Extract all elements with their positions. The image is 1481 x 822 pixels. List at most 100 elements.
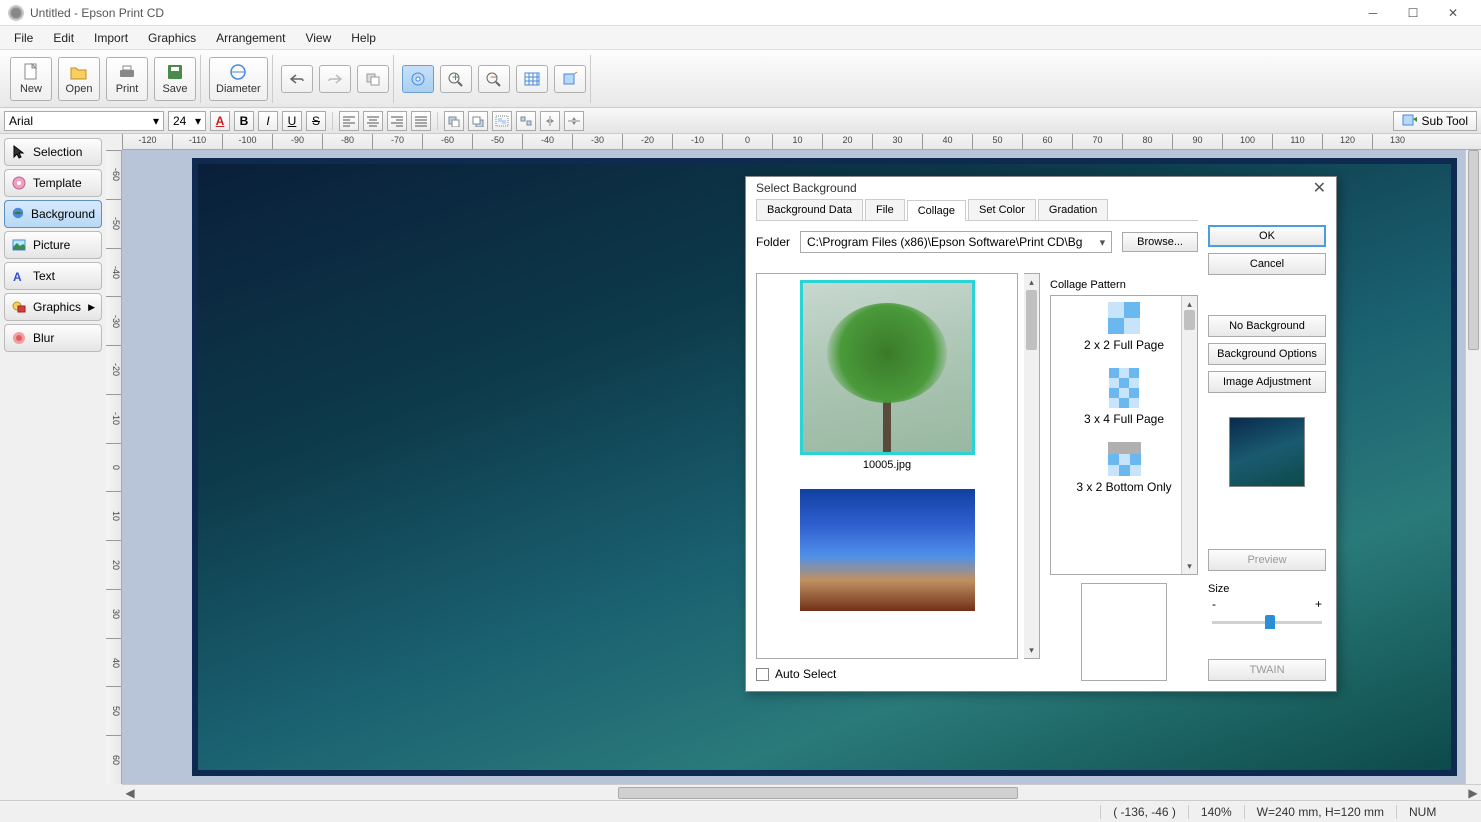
align-center-button[interactable] bbox=[363, 111, 383, 131]
auto-select-label: Auto Select bbox=[775, 667, 836, 681]
collage-pattern-list[interactable]: 2 x 2 Full Page 3 x 4 Full Page 3 x 2 B bbox=[1050, 295, 1198, 575]
vertical-scrollbar[interactable] bbox=[1465, 150, 1481, 784]
twain-button[interactable]: TWAIN bbox=[1208, 659, 1326, 681]
preview-button[interactable]: Preview bbox=[1208, 549, 1326, 571]
text-toolbar: Arial▾ 24▾ A B I U S Sub Tool bbox=[0, 108, 1481, 134]
diameter-button[interactable]: Diameter bbox=[209, 57, 268, 101]
zoom-out-button[interactable]: − bbox=[478, 65, 510, 93]
font-color-button[interactable]: A bbox=[210, 111, 230, 131]
open-button[interactable]: Open bbox=[58, 57, 100, 101]
guides-button[interactable] bbox=[554, 65, 586, 93]
app-icon bbox=[8, 5, 24, 21]
size-slider[interactable] bbox=[1212, 613, 1322, 633]
disc-view-button[interactable] bbox=[402, 65, 434, 93]
tab-background-data[interactable]: Background Data bbox=[756, 199, 863, 220]
close-button[interactable]: ✕ bbox=[1433, 1, 1473, 25]
pattern-scrollbar[interactable]: ▴ ▾ bbox=[1181, 296, 1197, 574]
font-combo[interactable]: Arial▾ bbox=[4, 111, 164, 131]
horizontal-scrollbar[interactable] bbox=[138, 785, 1465, 800]
menu-file[interactable]: File bbox=[4, 28, 43, 48]
font-size-combo[interactable]: 24▾ bbox=[168, 111, 206, 131]
menu-bar: File Edit Import Graphics Arrangement Vi… bbox=[0, 26, 1481, 50]
status-zoom: 140% bbox=[1188, 805, 1244, 819]
menu-import[interactable]: Import bbox=[84, 28, 138, 48]
thumbnail-scrollbar[interactable]: ▴ ▾ bbox=[1024, 273, 1040, 659]
group-button[interactable] bbox=[492, 111, 512, 131]
thumbnail-item[interactable] bbox=[800, 489, 975, 611]
print-button[interactable]: Print bbox=[106, 57, 148, 101]
menu-help[interactable]: Help bbox=[341, 28, 386, 48]
svg-text:A: A bbox=[13, 270, 22, 284]
bold-button[interactable]: B bbox=[234, 111, 254, 131]
svg-text:+: + bbox=[452, 71, 459, 84]
italic-button[interactable]: I bbox=[258, 111, 278, 131]
align-right-button[interactable] bbox=[387, 111, 407, 131]
image-adjustment-button[interactable]: Image Adjustment bbox=[1208, 371, 1326, 393]
ungroup-button[interactable] bbox=[516, 111, 536, 131]
dialog-close-button[interactable]: ✕ bbox=[1313, 178, 1326, 198]
grid-button[interactable] bbox=[516, 65, 548, 93]
folder-label: Folder bbox=[756, 235, 790, 249]
tab-file[interactable]: File bbox=[865, 199, 905, 220]
thumbnail-item-selected[interactable]: 10005.jpg bbox=[800, 280, 975, 471]
thumbnail-list[interactable]: 10005.jpg bbox=[756, 273, 1018, 659]
maximize-button[interactable]: ☐ bbox=[1393, 1, 1433, 25]
strike-button[interactable]: S bbox=[306, 111, 326, 131]
menu-edit[interactable]: Edit bbox=[43, 28, 84, 48]
hscroll-left[interactable]: ◀ bbox=[122, 785, 138, 800]
background-tool[interactable]: Background bbox=[4, 200, 102, 228]
browse-button[interactable]: Browse... bbox=[1122, 232, 1198, 252]
dialog-preview-thumb bbox=[1229, 417, 1305, 487]
tab-set-color[interactable]: Set Color bbox=[968, 199, 1036, 220]
subtool-button[interactable]: Sub Tool bbox=[1393, 111, 1477, 131]
pattern-2x2[interactable]: 2 x 2 Full Page bbox=[1055, 302, 1193, 352]
selection-tool[interactable]: Selection bbox=[4, 138, 102, 166]
horizontal-ruler: -120-110-100-90-80-70-60-50-40-30-20-100… bbox=[122, 134, 1481, 150]
vertical-ruler: -60-50-40-30-20-100102030405060 bbox=[106, 150, 122, 784]
new-button[interactable]: New bbox=[10, 57, 52, 101]
dialog-tabs: Background Data File Collage Set Color G… bbox=[756, 199, 1198, 221]
minimize-button[interactable]: ─ bbox=[1353, 1, 1393, 25]
tab-gradation[interactable]: Gradation bbox=[1038, 199, 1108, 220]
status-dims: W=240 mm, H=120 mm bbox=[1244, 805, 1396, 819]
no-background-button[interactable]: No Background bbox=[1208, 315, 1326, 337]
folder-path-combo[interactable]: C:\Program Files (x86)\Epson Software\Pr… bbox=[800, 231, 1112, 253]
tab-collage[interactable]: Collage bbox=[907, 200, 966, 221]
collage-pattern-label: Collage Pattern bbox=[1050, 273, 1198, 295]
text-tool[interactable]: AText bbox=[4, 262, 102, 290]
pattern-preview-box bbox=[1081, 583, 1167, 681]
size-label: Size bbox=[1208, 583, 1326, 597]
pattern-3x4[interactable]: 3 x 4 Full Page bbox=[1055, 368, 1193, 426]
align-justify-button[interactable] bbox=[411, 111, 431, 131]
blur-tool[interactable]: Blur bbox=[4, 324, 102, 352]
underline-button[interactable]: U bbox=[282, 111, 302, 131]
graphics-tool[interactable]: Graphics▶ bbox=[4, 293, 102, 321]
center-h-button[interactable] bbox=[540, 111, 560, 131]
bring-front-button[interactable] bbox=[444, 111, 464, 131]
status-coords: ( -136, -46 ) bbox=[1100, 805, 1188, 819]
ok-button[interactable]: OK bbox=[1208, 225, 1326, 247]
align-left-button[interactable] bbox=[339, 111, 359, 131]
copy-button[interactable] bbox=[357, 65, 389, 93]
menu-graphics[interactable]: Graphics bbox=[138, 28, 206, 48]
cancel-button[interactable]: Cancel bbox=[1208, 253, 1326, 275]
zoom-in-button[interactable]: + bbox=[440, 65, 472, 93]
picture-tool[interactable]: Picture bbox=[4, 231, 102, 259]
menu-view[interactable]: View bbox=[295, 28, 341, 48]
menu-arrangement[interactable]: Arrangement bbox=[206, 28, 295, 48]
status-num: NUM bbox=[1396, 805, 1456, 819]
save-button[interactable]: Save bbox=[154, 57, 196, 101]
pattern-3x2-bottom[interactable]: 3 x 2 Bottom Only bbox=[1055, 442, 1193, 494]
redo-button[interactable] bbox=[319, 65, 351, 93]
main-toolbar: New Open Print Save Diameter + − bbox=[0, 50, 1481, 108]
send-back-button[interactable] bbox=[468, 111, 488, 131]
undo-button[interactable] bbox=[281, 65, 313, 93]
window-title: Untitled - Epson Print CD bbox=[30, 6, 1353, 20]
background-options-button[interactable]: Background Options bbox=[1208, 343, 1326, 365]
svg-text:−: − bbox=[490, 71, 497, 84]
template-tool[interactable]: Template bbox=[4, 169, 102, 197]
center-v-button[interactable] bbox=[564, 111, 584, 131]
auto-select-checkbox[interactable] bbox=[756, 668, 769, 681]
hscroll-right[interactable]: ▶ bbox=[1465, 785, 1481, 800]
title-bar: Untitled - Epson Print CD ─ ☐ ✕ bbox=[0, 0, 1481, 26]
